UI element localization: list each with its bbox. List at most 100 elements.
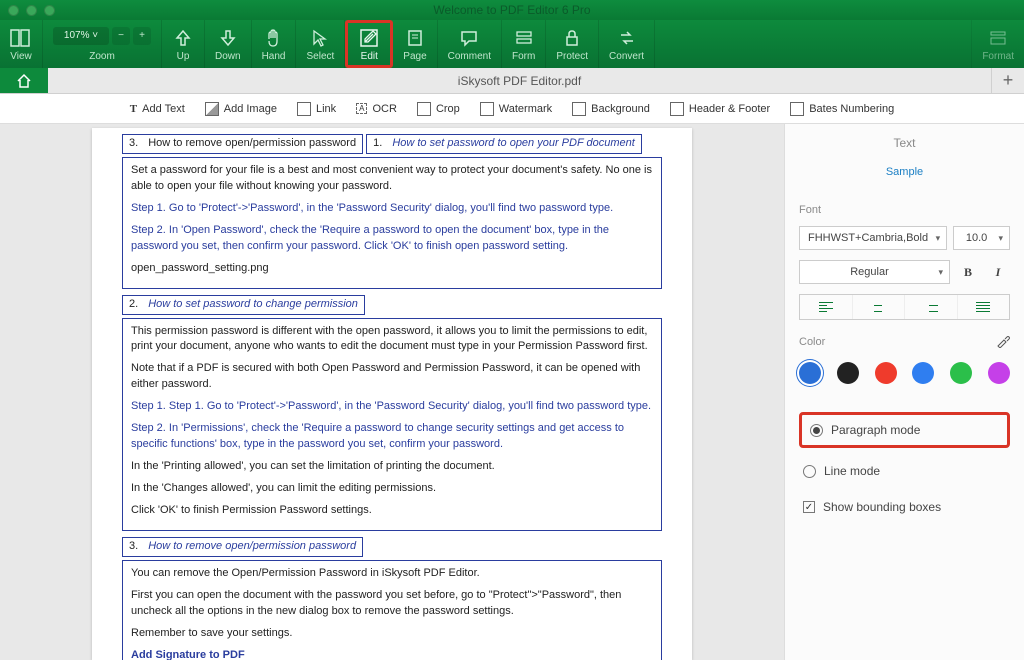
- close-window-button[interactable]: [8, 5, 19, 16]
- traffic-lights: [8, 5, 55, 16]
- document-tab[interactable]: iSkysoft PDF Editor.pdf: [48, 68, 992, 93]
- background-button[interactable]: Background: [564, 99, 658, 119]
- bates-icon: [790, 102, 804, 116]
- section-heading-3[interactable]: 3.How to remove open/permission password: [122, 537, 363, 557]
- zoom-select[interactable]: 107% ˅: [53, 27, 109, 45]
- color-section-label: Color: [799, 336, 825, 348]
- bold-button[interactable]: B: [956, 260, 980, 284]
- header-footer-button[interactable]: Header & Footer: [662, 99, 778, 119]
- pdf-page: 3.How to remove open/permission password…: [92, 128, 692, 660]
- text-block[interactable]: You can remove the Open/Permission Passw…: [122, 560, 662, 660]
- align-center-button[interactable]: [853, 295, 906, 319]
- down-label: Down: [215, 51, 241, 62]
- text-icon: T: [130, 103, 137, 115]
- form-icon: [513, 27, 535, 49]
- up-button[interactable]: Up: [162, 20, 205, 68]
- paragraph-mode-radio[interactable]: Paragraph mode: [806, 417, 1003, 443]
- color-swatch[interactable]: [912, 362, 934, 384]
- italic-button[interactable]: I: [986, 260, 1010, 284]
- link-button[interactable]: Link: [289, 99, 344, 119]
- format-sidebar: Text Sample Font FHHWST+Cambria,Bold 10.…: [784, 124, 1024, 660]
- header-footer-icon: [670, 102, 684, 116]
- crop-icon: [417, 102, 431, 116]
- format-button[interactable]: Format: [971, 20, 1024, 68]
- minimize-window-button[interactable]: [26, 5, 37, 16]
- color-swatch[interactable]: [988, 362, 1010, 384]
- radio-icon: [803, 465, 816, 478]
- color-swatch[interactable]: [799, 362, 821, 384]
- main-area: 3.How to remove open/permission password…: [0, 124, 1024, 660]
- hand-button[interactable]: Hand: [252, 20, 297, 68]
- font-section-label: Font: [799, 204, 1010, 216]
- convert-button[interactable]: Convert: [599, 20, 655, 68]
- view-button[interactable]: View: [0, 20, 43, 68]
- color-swatch[interactable]: [950, 362, 972, 384]
- form-label: Form: [512, 51, 535, 62]
- section-heading-1[interactable]: 1.How to set password to open your PDF d…: [366, 134, 642, 154]
- down-button[interactable]: Down: [205, 20, 252, 68]
- up-label: Up: [177, 51, 190, 62]
- arrow-up-icon: [172, 27, 194, 49]
- zoom-label: Zoom: [89, 51, 115, 62]
- arrow-down-icon: [217, 27, 239, 49]
- image-icon: [205, 102, 219, 116]
- watermark-button[interactable]: Watermark: [472, 99, 560, 119]
- crop-button[interactable]: Crop: [409, 99, 468, 119]
- edit-icon: [358, 27, 380, 49]
- window-title: Welcome to PDF Editor 6 Pro: [433, 3, 590, 17]
- sidebar-title: Text: [799, 136, 1010, 150]
- form-button[interactable]: Form: [502, 20, 546, 68]
- section-heading-2[interactable]: 2.How to set password to change permissi…: [122, 295, 365, 315]
- document-canvas[interactable]: 3.How to remove open/permission password…: [0, 124, 784, 660]
- link-icon: [297, 102, 311, 116]
- ocr-button[interactable]: AOCR: [348, 100, 405, 118]
- ocr-icon: A: [356, 103, 367, 114]
- select-button[interactable]: Select: [296, 20, 345, 68]
- tab-bar: iSkysoft PDF Editor.pdf +: [0, 68, 1024, 94]
- view-label: View: [10, 51, 32, 62]
- add-text-button[interactable]: TAdd Text: [122, 100, 193, 118]
- show-bounding-boxes-checkbox[interactable]: ✓ Show bounding boxes: [799, 494, 1010, 520]
- convert-label: Convert: [609, 51, 644, 62]
- home-tab[interactable]: [0, 68, 48, 93]
- background-icon: [572, 102, 586, 116]
- bates-numbering-button[interactable]: Bates Numbering: [782, 99, 902, 119]
- line-mode-radio[interactable]: Line mode: [799, 458, 1010, 484]
- format-label: Format: [982, 51, 1014, 62]
- sample-link[interactable]: Sample: [799, 166, 1010, 178]
- protect-button[interactable]: Protect: [546, 20, 599, 68]
- lock-icon: [561, 27, 583, 49]
- checkbox-icon: ✓: [803, 501, 815, 513]
- main-toolbar: View 107% ˅ − + Zoom Up Down Hand Select…: [0, 20, 1024, 68]
- comment-icon: [458, 27, 480, 49]
- zoom-group: 107% ˅ − + Zoom: [43, 20, 162, 68]
- new-tab-button[interactable]: +: [992, 68, 1024, 93]
- maximize-window-button[interactable]: [44, 5, 55, 16]
- add-image-button[interactable]: Add Image: [197, 99, 285, 119]
- zoom-out-button[interactable]: −: [112, 27, 130, 45]
- eyedropper-icon[interactable]: [996, 334, 1010, 348]
- align-right-button[interactable]: [905, 295, 958, 319]
- toc-item[interactable]: 3.How to remove open/permission password: [122, 134, 363, 154]
- color-swatch[interactable]: [837, 362, 859, 384]
- page-label: Page: [403, 51, 426, 62]
- page-button[interactable]: Page: [393, 20, 437, 68]
- align-left-button[interactable]: [800, 295, 853, 319]
- edit-button[interactable]: Edit: [345, 20, 393, 68]
- comment-label: Comment: [448, 51, 491, 62]
- edit-subtoolbar: TAdd Text Add Image Link AOCR Crop Water…: [0, 94, 1024, 124]
- convert-icon: [616, 27, 638, 49]
- text-block[interactable]: This permission password is different wi…: [122, 318, 662, 531]
- hand-icon: [263, 27, 285, 49]
- comment-button[interactable]: Comment: [438, 20, 502, 68]
- text-block[interactable]: Set a password for your file is a best a…: [122, 157, 662, 289]
- protect-label: Protect: [556, 51, 588, 62]
- font-size-select[interactable]: 10.0: [953, 226, 1010, 250]
- font-family-select[interactable]: FHHWST+Cambria,Bold: [799, 226, 947, 250]
- align-justify-button[interactable]: [958, 295, 1010, 319]
- zoom-in-button[interactable]: +: [133, 27, 151, 45]
- color-swatches: [799, 362, 1010, 384]
- edit-label: Edit: [361, 51, 378, 62]
- font-weight-select[interactable]: Regular: [799, 260, 950, 284]
- color-swatch[interactable]: [875, 362, 897, 384]
